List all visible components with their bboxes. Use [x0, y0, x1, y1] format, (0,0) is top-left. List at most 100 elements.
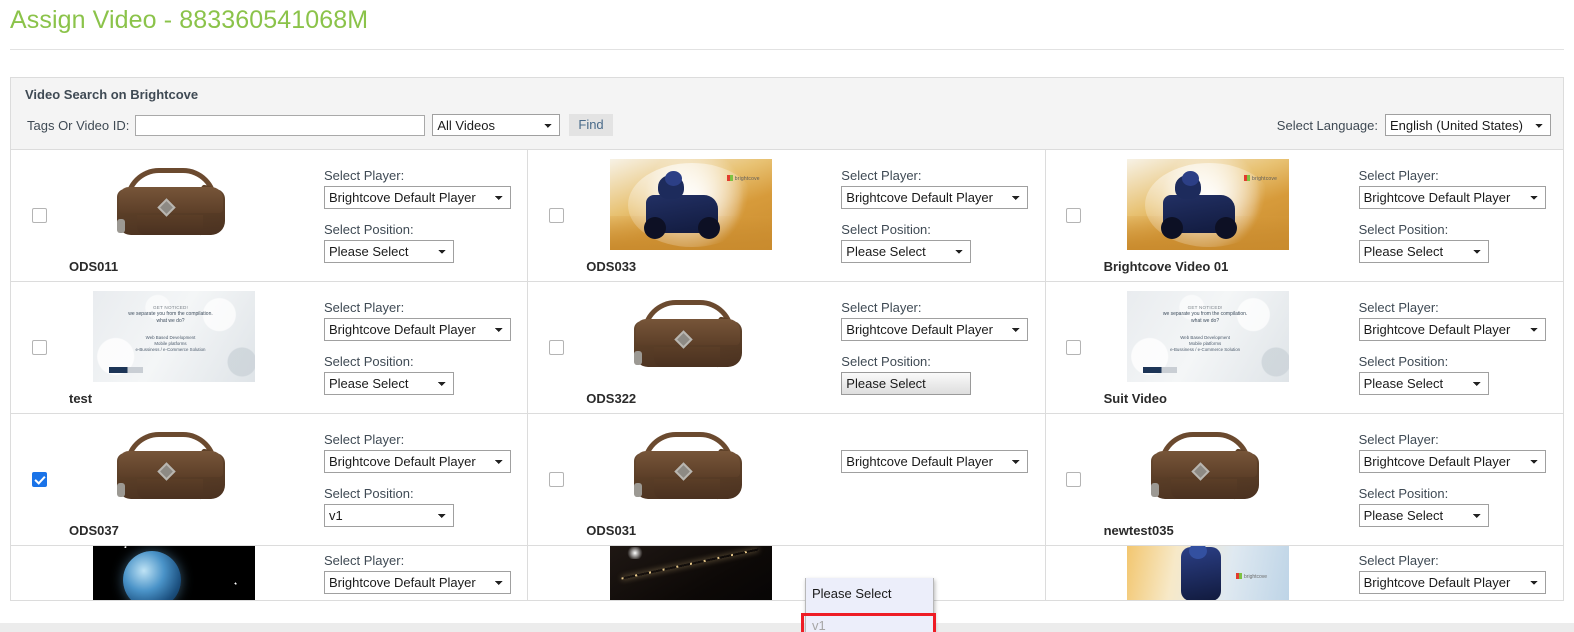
video-select-checkbox[interactable] — [548, 208, 564, 223]
search-panel-title: Video Search on Brightcove — [25, 87, 199, 102]
position-select[interactable]: Please Select — [1358, 240, 1489, 263]
table-row-partial: Select Player: Brightcove Default Player… — [11, 546, 1563, 601]
bag-thumbnail[interactable] — [92, 159, 255, 250]
brightcove-logo-icon: brightcove — [1244, 175, 1277, 182]
thumbnail-column: GET NOTICED! we separate you from the co… — [1102, 282, 1315, 413]
position-select[interactable]: Please Select — [1358, 504, 1489, 527]
business-card-thumbnail[interactable]: GET NOTICED! we separate you from the co… — [1127, 291, 1290, 382]
video-search-panel: Video Search on Brightcove Tags Or Video… — [10, 77, 1564, 149]
bag-thumbnail[interactable] — [1127, 423, 1290, 514]
player-select[interactable]: Brightcove Default Player — [841, 186, 1029, 209]
brightcove-logo-icon: brightcove — [727, 175, 760, 182]
page-bottom-strip — [0, 623, 1574, 632]
select-player-label: Select Player: — [1358, 300, 1439, 315]
find-button[interactable]: Find — [569, 114, 613, 136]
checkbox-column — [11, 208, 67, 223]
thumbnail-column — [584, 546, 797, 600]
player-select[interactable]: Brightcove Default Player — [324, 571, 511, 594]
checkbox-column — [11, 340, 67, 355]
video-select-checkbox[interactable] — [548, 340, 564, 355]
position-select[interactable]: Please Select — [1358, 372, 1489, 395]
dropdown-option-v1[interactable]: v1 — [806, 610, 933, 632]
video-cell: brightcove Brightcove Video 01 Select Pl… — [1045, 150, 1563, 281]
card-line-6: e-Bussiness / e-Commerce Solution — [1170, 347, 1241, 352]
title-divider — [10, 49, 1564, 50]
position-select-open[interactable]: Please Select — [841, 372, 972, 395]
video-select-checkbox[interactable] — [1066, 208, 1082, 223]
video-select-checkbox[interactable] — [31, 208, 47, 223]
video-results-grid: ODS011 Select Player: Brightcove Default… — [10, 149, 1564, 632]
options-column: Select Player: Brightcove Default Player… — [280, 160, 527, 271]
video-cell: GET NOTICED! we separate you from the co… — [11, 282, 529, 413]
atv-thumbnail[interactable]: brightcove — [1127, 546, 1290, 600]
card-line-1: GET NOTICED! — [1187, 305, 1223, 310]
video-cell: ODS011 Select Player: Brightcove Default… — [11, 150, 529, 281]
position-select[interactable]: Please Select — [841, 240, 972, 263]
player-select[interactable]: Brightcove Default Player — [841, 450, 1029, 473]
video-cell: ODS322 Select Player: Brightcove Default… — [528, 282, 1046, 413]
player-select[interactable]: Brightcove Default Player — [1358, 571, 1546, 594]
video-cell: ODS031 Select Player: Brightcove Default… — [528, 414, 1046, 545]
player-select[interactable]: Brightcove Default Player — [841, 318, 1029, 341]
business-card-thumbnail[interactable]: GET NOTICED! we separate you from the co… — [92, 291, 255, 382]
options-column: Select Player: Brightcove Default Player — [1315, 546, 1563, 600]
bag-thumbnail[interactable] — [609, 423, 772, 514]
page-title: Assign Video - 883360541068M — [10, 6, 369, 34]
video-select-checkbox[interactable] — [548, 472, 564, 487]
video-title: newtest035 — [1103, 523, 1174, 538]
select-position-label: Select Position: — [324, 222, 414, 237]
thumbnail-column: ODS011 — [67, 150, 280, 281]
position-select[interactable]: Please Select — [324, 240, 454, 263]
thumbnail-column: ODS322 — [584, 282, 797, 413]
video-select-checkbox[interactable] — [1066, 472, 1082, 487]
thumbnail-column: brightcove — [1102, 546, 1315, 600]
video-title: ODS011 — [69, 259, 119, 274]
thumbnail-column: brightcove Brightcove Video 01 — [1102, 150, 1315, 281]
checkbox-column — [1046, 208, 1102, 223]
language-control: Select Language: English (United States) — [1277, 114, 1551, 136]
video-select-checkbox[interactable] — [31, 340, 47, 355]
card-line-6: e-Bussiness / e-Commerce Solution — [135, 347, 206, 352]
player-select[interactable]: Brightcove Default Player — [324, 450, 511, 473]
player-select[interactable]: Brightcove Default Player — [1358, 450, 1546, 473]
card-line-5: Mobile platforms — [154, 341, 187, 346]
player-select[interactable]: Brightcove Default Player — [324, 186, 511, 209]
video-cell: GET NOTICED! we separate you from the co… — [1045, 282, 1563, 413]
player-select[interactable]: Brightcove Default Player — [324, 318, 511, 341]
atv-thumbnail[interactable]: brightcove — [609, 159, 772, 250]
video-cell: Select Player: Brightcove Default Player — [11, 546, 529, 600]
night-road-thumbnail[interactable] — [609, 546, 772, 600]
card-line-2: we separate you from the compilation. — [1162, 311, 1248, 317]
checkbox-column — [11, 472, 67, 487]
position-select[interactable]: v1 — [324, 504, 454, 527]
options-column: Select Player: Brightcove Default Player… — [280, 292, 527, 403]
card-line-1: GET NOTICED! — [153, 305, 188, 310]
options-column: Select Player: Brightcove Default Player… — [797, 160, 1044, 271]
earth-thumbnail[interactable] — [92, 546, 255, 600]
bag-thumbnail[interactable] — [609, 291, 772, 382]
select-player-label: Select Player: — [324, 300, 405, 315]
dropdown-option-please-select[interactable]: Please Select — [806, 578, 933, 610]
atv-thumbnail[interactable]: brightcove — [1127, 159, 1290, 250]
player-select[interactable]: Brightcove Default Player — [1358, 186, 1546, 209]
select-player-label: Select Player: — [324, 168, 405, 183]
card-line-4: Web Based Development — [1180, 335, 1230, 340]
language-select[interactable]: English (United States) — [1385, 114, 1551, 136]
options-column: Select Player: Brightcove Default Player… — [1315, 292, 1563, 403]
video-select-checkbox[interactable] — [1066, 340, 1082, 355]
search-input[interactable] — [135, 114, 426, 136]
player-select[interactable]: Brightcove Default Player — [1358, 318, 1546, 341]
select-player-label: Select Player: — [324, 553, 405, 568]
select-position-label: Select Position: — [1358, 222, 1449, 237]
card-line-3: what we do? — [1191, 317, 1220, 324]
video-scope-select[interactable]: All Videos — [432, 114, 561, 136]
video-cell: ODS037 Select Player: Brightcove Default… — [11, 414, 529, 545]
position-select[interactable]: Please Select — [324, 372, 454, 395]
select-position-label: Select Position: — [841, 354, 931, 369]
bag-thumbnail[interactable] — [92, 423, 255, 514]
position-dropdown-options[interactable]: Please Select v1 v2 v3 v4 v5 — [805, 578, 934, 632]
select-position-label: Select Position: — [324, 486, 414, 501]
video-select-checkbox[interactable] — [31, 472, 47, 487]
options-column: Select Player: Brightcove Default Player… — [1315, 424, 1563, 535]
select-player-label: Select Player: — [324, 432, 405, 447]
